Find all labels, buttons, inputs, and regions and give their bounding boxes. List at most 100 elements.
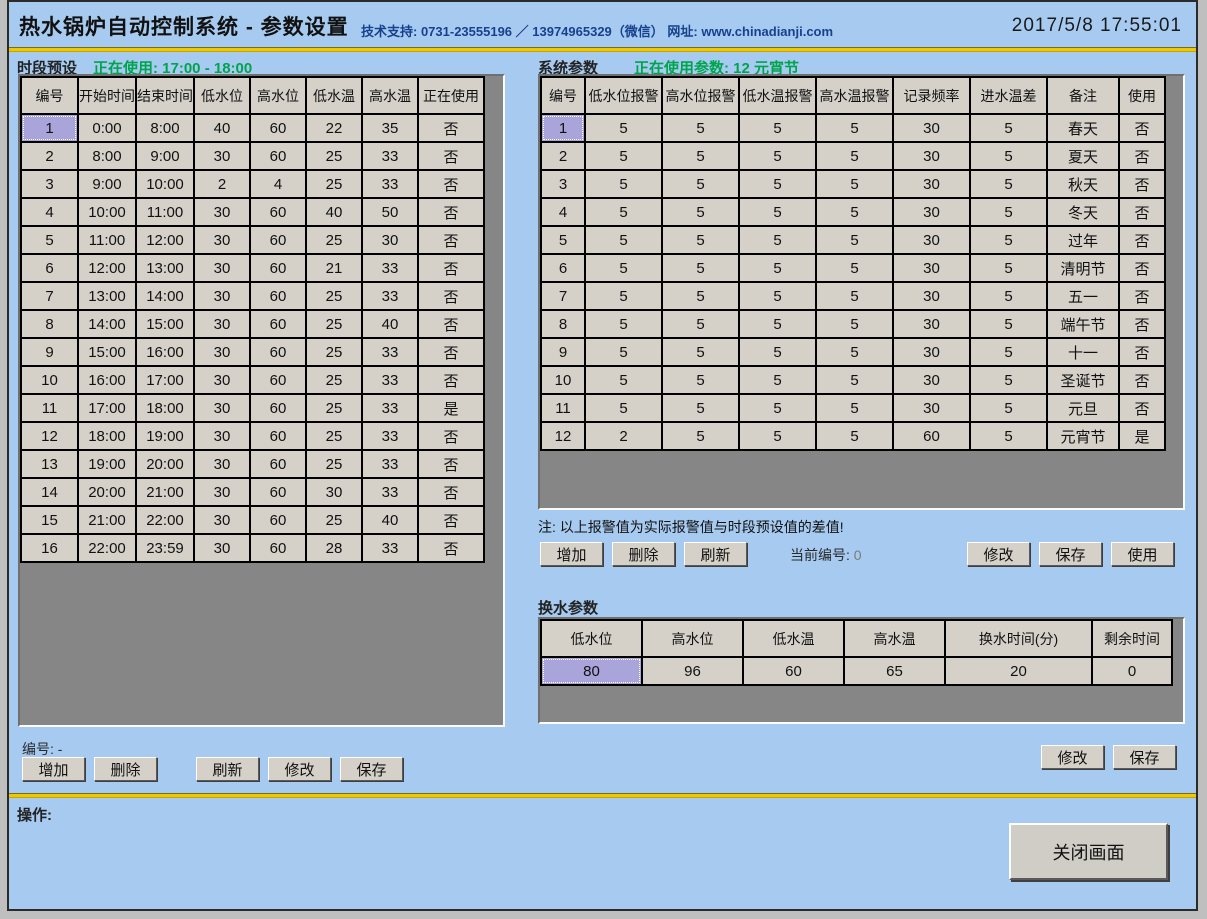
table-cell[interactable]: 5: [816, 422, 893, 450]
table-cell[interactable]: 1: [21, 114, 78, 142]
table-cell[interactable]: 五一: [1047, 282, 1119, 310]
table-cell[interactable]: 33: [362, 534, 418, 562]
table-cell[interactable]: 16: [21, 534, 78, 562]
table-cell[interactable]: 5: [739, 366, 816, 394]
table-cell[interactable]: 25: [306, 422, 362, 450]
table-cell[interactable]: 35: [362, 114, 418, 142]
table-cell[interactable]: 5: [585, 338, 662, 366]
table-cell[interactable]: 5: [662, 366, 739, 394]
table-cell[interactable]: 30: [194, 254, 250, 282]
table-cell[interactable]: 7: [21, 282, 78, 310]
table-cell[interactable]: 否: [418, 282, 484, 310]
table-cell[interactable]: 否: [418, 142, 484, 170]
table-cell[interactable]: 5: [662, 114, 739, 142]
table-cell[interactable]: 60: [250, 478, 306, 506]
table-cell[interactable]: 5: [970, 310, 1047, 338]
table-cell[interactable]: 40: [194, 114, 250, 142]
table-cell[interactable]: 15:00: [78, 338, 136, 366]
table-cell[interactable]: 30: [893, 282, 970, 310]
table-cell[interactable]: 5: [739, 338, 816, 366]
table-cell[interactable]: 96: [642, 657, 743, 685]
table-cell[interactable]: 5: [21, 226, 78, 254]
table-cell[interactable]: 11:00: [78, 226, 136, 254]
table-cell[interactable]: 25: [306, 226, 362, 254]
table-cell[interactable]: 5: [585, 114, 662, 142]
table-cell[interactable]: 否: [418, 506, 484, 534]
table-cell[interactable]: 30: [194, 394, 250, 422]
table-cell[interactable]: 5: [970, 394, 1047, 422]
table-cell[interactable]: 33: [362, 366, 418, 394]
table-cell[interactable]: 5: [585, 366, 662, 394]
table-cell[interactable]: 3: [541, 170, 585, 198]
table-cell[interactable]: 否: [418, 254, 484, 282]
table-cell[interactable]: 5: [816, 338, 893, 366]
table-cell[interactable]: 19:00: [136, 422, 194, 450]
table-cell[interactable]: 60: [893, 422, 970, 450]
table-cell[interactable]: 20:00: [136, 450, 194, 478]
table-cell[interactable]: 30: [893, 198, 970, 226]
table-cell[interactable]: 40: [362, 310, 418, 338]
table-cell[interactable]: 是: [418, 394, 484, 422]
table-cell[interactable]: 4: [250, 170, 306, 198]
table-cell[interactable]: 5: [970, 254, 1047, 282]
table-cell[interactable]: 30: [893, 394, 970, 422]
table-cell[interactable]: 5: [662, 226, 739, 254]
table-cell[interactable]: 是: [1119, 422, 1165, 450]
table-cell[interactable]: 30: [893, 366, 970, 394]
table-cell[interactable]: 30: [194, 366, 250, 394]
table-cell[interactable]: 11: [21, 394, 78, 422]
table-cell[interactable]: 22:00: [136, 506, 194, 534]
table-cell[interactable]: 30: [194, 478, 250, 506]
table-cell[interactable]: 5: [816, 254, 893, 282]
table-cell[interactable]: 元宵节: [1047, 422, 1119, 450]
table-cell[interactable]: 2: [541, 142, 585, 170]
table-cell[interactable]: 10:00: [136, 170, 194, 198]
table-cell[interactable]: 否: [1119, 254, 1165, 282]
table-cell[interactable]: 2: [585, 422, 662, 450]
table-cell[interactable]: 21:00: [136, 478, 194, 506]
table-cell[interactable]: 4: [21, 198, 78, 226]
table-cell[interactable]: 30: [194, 338, 250, 366]
table-cell[interactable]: 5: [970, 422, 1047, 450]
table-cell[interactable]: 5: [970, 142, 1047, 170]
table-cell[interactable]: 60: [250, 394, 306, 422]
table-cell[interactable]: 清明节: [1047, 254, 1119, 282]
table-cell[interactable]: 5: [739, 310, 816, 338]
table-cell[interactable]: 33: [362, 142, 418, 170]
table-cell[interactable]: 6: [541, 254, 585, 282]
table-cell[interactable]: 9: [21, 338, 78, 366]
table-cell[interactable]: 33: [362, 478, 418, 506]
table-cell[interactable]: 秋天: [1047, 170, 1119, 198]
table-cell[interactable]: 40: [362, 506, 418, 534]
table-cell[interactable]: 否: [418, 198, 484, 226]
table-cell[interactable]: 夏天: [1047, 142, 1119, 170]
table-cell[interactable]: 30: [194, 506, 250, 534]
table-cell[interactable]: 4: [541, 198, 585, 226]
table-cell[interactable]: 3: [21, 170, 78, 198]
table-cell[interactable]: 否: [418, 450, 484, 478]
table-cell[interactable]: 5: [662, 338, 739, 366]
delete-button[interactable]: 删除: [612, 542, 675, 566]
table-cell[interactable]: 5: [585, 226, 662, 254]
table-cell[interactable]: 18:00: [78, 422, 136, 450]
table-cell[interactable]: 1: [541, 114, 585, 142]
table-cell[interactable]: 30: [893, 226, 970, 254]
table-cell[interactable]: 25: [306, 450, 362, 478]
table-cell[interactable]: 否: [1119, 142, 1165, 170]
table-cell[interactable]: 80: [541, 657, 642, 685]
table-cell[interactable]: 2: [21, 142, 78, 170]
table-cell[interactable]: 5: [585, 170, 662, 198]
table-cell[interactable]: 30: [893, 254, 970, 282]
table-cell[interactable]: 60: [250, 366, 306, 394]
table-cell[interactable]: 17:00: [78, 394, 136, 422]
table-cell[interactable]: 21: [306, 254, 362, 282]
table-cell[interactable]: 5: [816, 366, 893, 394]
table-cell[interactable]: 否: [418, 478, 484, 506]
table-cell[interactable]: 10:00: [78, 198, 136, 226]
table-cell[interactable]: 5: [816, 170, 893, 198]
table-cell[interactable]: 5: [970, 226, 1047, 254]
table-cell[interactable]: 21:00: [78, 506, 136, 534]
table-cell[interactable]: 30: [362, 226, 418, 254]
table-cell[interactable]: 5: [585, 394, 662, 422]
table-cell[interactable]: 否: [418, 338, 484, 366]
